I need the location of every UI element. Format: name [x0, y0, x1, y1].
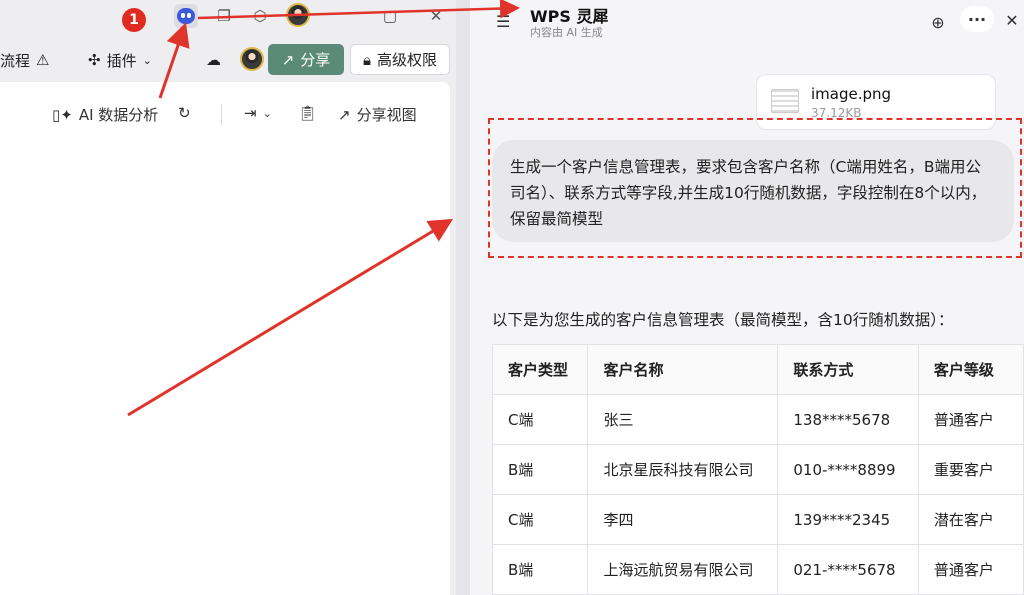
plugin-button[interactable]: ✣ 插件 ⌄: [88, 46, 152, 74]
table-cell: 重要客户: [917, 444, 1024, 495]
ai-assistant-panel: ☰ WPS 灵犀 内容由 AI 生成 ⊕ ··· ✕ image.png 37.…: [470, 0, 1024, 595]
collaborator-avatar[interactable]: [240, 47, 264, 71]
assistant-answer: 以下是为您生成的客户信息管理表（最简模型，含10行随机数据）：: [492, 311, 954, 329]
spreadsheet-app: 1 ❐ ⬡ ▢ ✕ 流程 ⚠ ✣ 插件 ⌄ ☁ ↗ 分享 🔒︎ 高级权限 ▯✦ …: [0, 0, 456, 595]
window-restore-icon[interactable]: ❐: [212, 4, 236, 28]
share-view-label: 分享视图: [356, 106, 417, 124]
table-cell: B端: [491, 444, 589, 495]
close-panel-icon[interactable]: ✕: [998, 6, 1024, 34]
table-header: 联系方式: [777, 344, 919, 395]
panel-subtitle: 内容由 AI 生成: [530, 26, 603, 39]
table-row: B端 北京星辰科技有限公司 010-****8899 重要客户: [491, 444, 1024, 495]
table-cell: 上海远航贸易有限公司: [587, 544, 779, 595]
image-file-icon: [771, 89, 799, 113]
table-header: 客户名称: [587, 344, 779, 395]
table-header: 客户等级: [917, 344, 1024, 395]
ai-data-analysis-button[interactable]: ▯✦ AI 数据分析: [52, 104, 158, 125]
table-row: C端 张三 138****5678 普通客户: [491, 394, 1024, 445]
table-header: 客户类型: [491, 344, 589, 395]
step-badge: 1: [122, 8, 146, 32]
permission-label: 高级权限: [376, 51, 437, 69]
workflow-label: 流程: [0, 51, 31, 70]
table-cell: 138****5678: [777, 394, 919, 445]
title-bar: 1 ❐ ⬡ ▢ ✕: [0, 0, 456, 34]
table-cell: 张三: [587, 394, 779, 445]
ai-agent-icon[interactable]: [174, 4, 198, 28]
table-cell: 李四: [587, 494, 779, 545]
table-header-row: 客户类型 客户名称 联系方式 客户等级: [491, 344, 1024, 395]
table-cell: 普通客户: [917, 394, 1024, 445]
clipboard-check-icon[interactable]: 📋︎: [298, 104, 317, 122]
workflow-button[interactable]: 流程 ⚠: [0, 46, 49, 74]
chevron-down-icon: ⌄: [142, 53, 152, 67]
share-view-button[interactable]: ↗ 分享视图: [338, 104, 417, 125]
table-cell: C端: [491, 394, 589, 445]
panel-splitter[interactable]: [456, 0, 470, 595]
more-options-icon[interactable]: ···: [960, 6, 994, 32]
table-cell: 北京星辰科技有限公司: [587, 444, 779, 495]
export-icon: ⇥: [244, 104, 257, 122]
maximize-icon[interactable]: ▢: [378, 4, 402, 28]
puzzle-icon: ✣: [88, 51, 101, 69]
highlight-box: [488, 118, 1022, 258]
table-cell: 021-****5678: [777, 544, 919, 595]
user-avatar[interactable]: [286, 3, 310, 27]
share-view-icon: ↗: [338, 105, 351, 124]
toolbar-divider: [221, 104, 222, 126]
share-label: 分享: [300, 51, 331, 69]
close-icon[interactable]: ✕: [424, 4, 448, 28]
menu-icon[interactable]: ☰: [496, 12, 512, 31]
table-cell: 139****2345: [777, 494, 919, 545]
share-button[interactable]: ↗ 分享: [268, 44, 344, 75]
sheet-canvas: ▯✦ AI 数据分析 ↻ ⇥ ⌄ 📋︎ ↗ 分享视图: [0, 82, 450, 595]
warning-icon: ⚠: [36, 51, 50, 69]
new-chat-icon[interactable]: ⊕: [924, 8, 952, 36]
table-cell: 潜在客户: [917, 494, 1024, 545]
chevron-down-icon: ⌄: [262, 106, 272, 120]
export-button[interactable]: ⇥ ⌄: [244, 104, 272, 122]
share-icon: ↗: [281, 50, 295, 69]
ai-sparkle-icon: ▯✦: [52, 105, 73, 124]
plugin-label: 插件: [106, 51, 137, 70]
table-cell: 普通客户: [917, 544, 1024, 595]
ai-analysis-label: AI 数据分析: [78, 106, 159, 124]
attachment-name: image.png: [811, 85, 892, 103]
lock-icon: 🔒︎: [363, 50, 371, 69]
history-icon[interactable]: ↻: [178, 104, 191, 122]
customer-table: 客户类型 客户名称 联系方式 客户等级 C端 张三 138****5678 普通…: [491, 344, 1024, 595]
table-row: C端 李四 139****2345 潜在客户: [491, 494, 1024, 545]
cube-icon[interactable]: ⬡: [248, 4, 272, 28]
table-cell: C端: [491, 494, 589, 545]
advanced-permission-button[interactable]: 🔒︎ 高级权限: [350, 44, 450, 75]
table-cell: B端: [491, 544, 589, 595]
table-row: B端 上海远航贸易有限公司 021-****5678 普通客户: [491, 544, 1024, 595]
table-cell: 010-****8899: [777, 444, 919, 495]
cloud-sync-icon[interactable]: ☁: [206, 46, 221, 74]
